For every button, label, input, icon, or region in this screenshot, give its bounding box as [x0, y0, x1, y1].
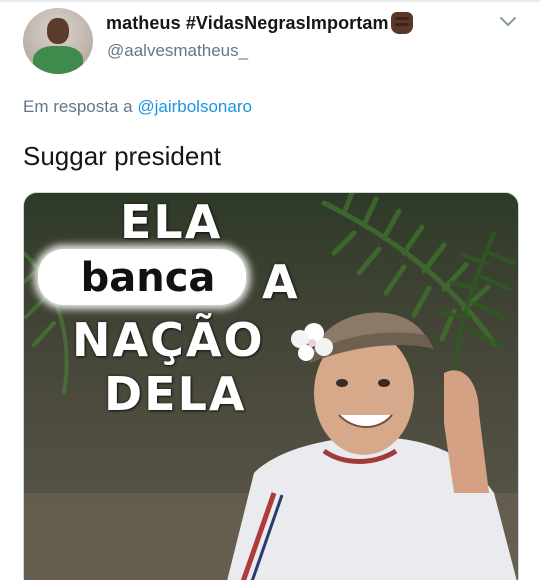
avatar-shirt	[33, 46, 83, 74]
top-divider	[0, 0, 540, 2]
display-name[interactable]: matheus #VidasNegrasImportam	[106, 13, 389, 34]
avatar[interactable]	[23, 8, 93, 74]
author-name-row: matheus #VidasNegrasImportam	[106, 10, 413, 36]
tweet-text: Suggar president	[23, 141, 222, 171]
meme-text-line-2-highlighted: banca	[80, 255, 216, 301]
meme-text-line-4: DELA	[104, 367, 247, 421]
meme-text-line-2-tail: A	[262, 255, 300, 309]
meme-text-line-3: NAÇÃO	[72, 313, 265, 367]
reply-mention-link[interactable]: @jairbolsonaro	[137, 97, 252, 116]
author-handle[interactable]: @aalvesmatheus_	[107, 41, 248, 61]
reply-prefix: Em resposta a	[23, 97, 133, 116]
chevron-down-icon[interactable]	[498, 12, 518, 32]
avatar-head	[47, 18, 69, 44]
meme-text-line-1: ELA	[120, 195, 223, 249]
raised-fist-emoji-icon	[390, 12, 413, 34]
reply-context: Em resposta a @jairbolsonaro	[23, 97, 252, 117]
tweet-media-image[interactable]: ELA banca A NAÇÃO DELA	[23, 192, 519, 580]
